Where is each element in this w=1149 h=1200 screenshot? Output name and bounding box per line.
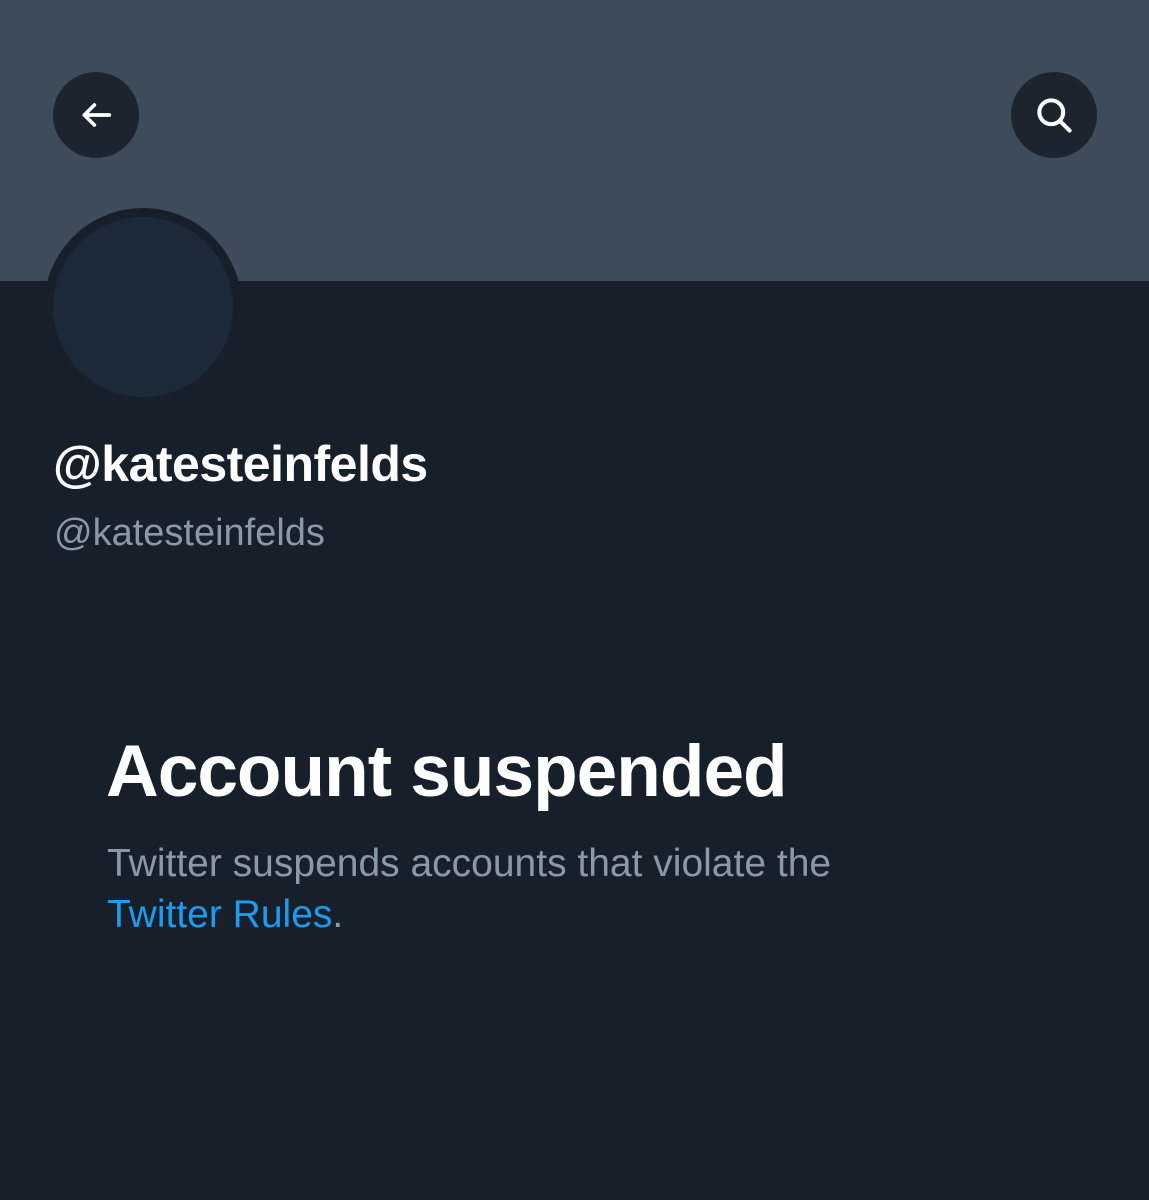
avatar-container: [44, 208, 242, 406]
suspended-description: Twitter suspends accounts that violate t…: [107, 838, 1007, 940]
back-button[interactable]: [53, 72, 139, 158]
search-button[interactable]: [1011, 72, 1097, 158]
arrow-left-icon: [82, 103, 112, 127]
suspended-title: Account suspended: [106, 731, 788, 812]
twitter-rules-link[interactable]: Twitter Rules: [107, 893, 332, 936]
avatar: [53, 217, 233, 397]
search-icon: [1037, 98, 1072, 133]
suspended-description-text: Twitter suspends accounts that violate t…: [107, 842, 832, 885]
description-period: .: [332, 893, 344, 936]
profile-handle: @katesteinfelds: [54, 512, 325, 554]
profile-display-name: @katesteinfelds: [53, 436, 428, 492]
